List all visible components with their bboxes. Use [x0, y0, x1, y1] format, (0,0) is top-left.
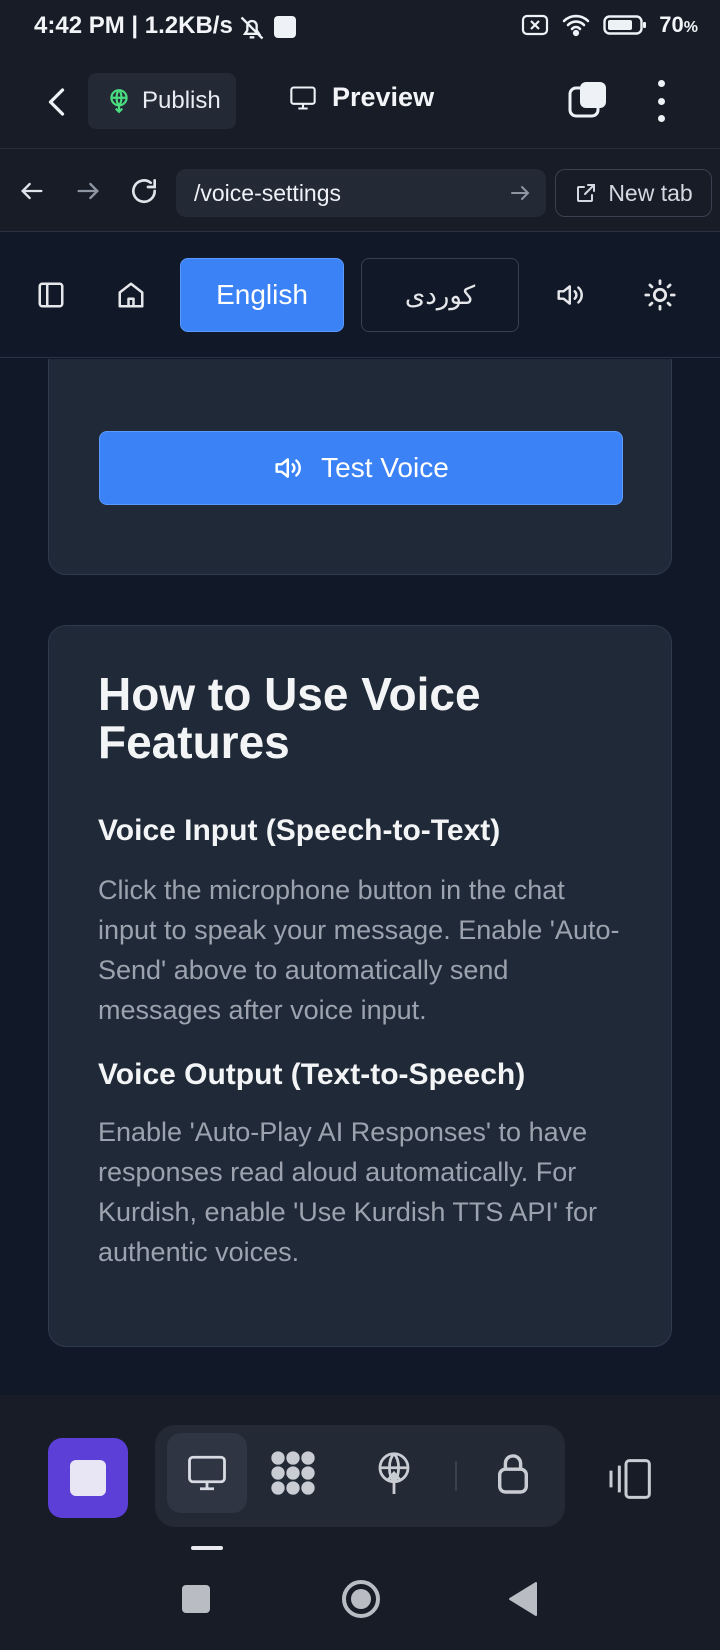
help-title: How to Use Voice Features — [98, 668, 481, 768]
preview-label: Preview — [332, 82, 435, 112]
tool-group — [155, 1425, 565, 1527]
voice-output-heading: Voice Output (Text-to-Speech) — [98, 1058, 526, 1091]
test-voice-speaker-icon — [275, 458, 302, 478]
sidebar-toggle-icon[interactable] — [36, 280, 66, 310]
url-bar: /voice-settings New tab — [0, 148, 720, 232]
preview-button[interactable]: Preview — [288, 82, 434, 113]
reload-icon[interactable] — [128, 175, 160, 207]
browser-forward-icon[interactable] — [74, 177, 102, 205]
test-voice-label: Test Voice — [321, 452, 449, 483]
stop-button[interactable] — [48, 1438, 128, 1518]
notification-square-icon — [274, 16, 296, 38]
external-link-icon — [577, 184, 596, 202]
home-circle-icon[interactable] — [341, 1579, 381, 1619]
new-tab-label: New tab — [608, 179, 693, 206]
apps-button[interactable] — [253, 1433, 333, 1513]
voice-output-text: Enable 'Auto-Play AI Responses' to have … — [98, 1117, 598, 1267]
publish-label: Publish — [142, 87, 221, 114]
voice-settings-card: Test Voice — [48, 359, 672, 575]
browser-back-icon[interactable] — [18, 177, 46, 205]
lock-icon — [497, 1454, 529, 1494]
tabs-icon[interactable] — [568, 80, 608, 120]
bottom-toolbar — [0, 1395, 720, 1550]
status-time: 4:42 PM | 1.2KB/s — [34, 12, 233, 39]
url-text: /voice-settings — [194, 179, 342, 206]
app-bar: Publish Preview — [0, 56, 720, 148]
lock-button[interactable] — [473, 1433, 553, 1513]
apps-grid-icon — [271, 1451, 315, 1495]
stop-icon — [70, 1460, 106, 1496]
mute-bell-icon — [240, 16, 264, 40]
settings-content: Test Voice How to Use Voice Features Voi… — [0, 359, 720, 1395]
desktop-icon — [188, 1455, 226, 1491]
wifi-icon — [562, 14, 590, 37]
battery-icon — [603, 15, 647, 35]
back-triangle-icon[interactable] — [508, 1581, 538, 1617]
theme-sun-icon[interactable] — [643, 278, 677, 312]
publish-tool-button[interactable] — [354, 1433, 434, 1513]
sim-error-icon — [522, 14, 549, 36]
speaker-icon[interactable] — [555, 280, 587, 310]
back-chevron-icon[interactable] — [40, 84, 76, 120]
url-field[interactable]: /voice-settings — [176, 169, 546, 217]
app-header: English کوردی — [0, 232, 720, 358]
home-icon[interactable] — [116, 280, 146, 310]
test-voice-button[interactable]: Test Voice — [99, 431, 623, 505]
language-english-button[interactable]: English — [180, 258, 344, 332]
desktop-view-button[interactable] — [167, 1433, 247, 1513]
globe-upload-icon — [378, 1452, 410, 1494]
voice-input-heading: Voice Input (Speech-to-Text) — [98, 814, 501, 847]
url-go-icon[interactable] — [508, 181, 532, 205]
help-card: How to Use Voice Features Voice Input (S… — [48, 625, 672, 1347]
language-kurdish-label: کوردی — [404, 279, 476, 310]
publish-globe-icon — [110, 89, 128, 114]
language-english-label: English — [216, 279, 308, 310]
language-kurdish-button[interactable]: کوردی — [361, 258, 519, 332]
recents-icon[interactable] — [182, 1585, 210, 1613]
new-tab-button[interactable]: New tab — [555, 169, 712, 217]
device-rotate-icon[interactable] — [606, 1457, 656, 1501]
status-right: 70% — [521, 12, 698, 38]
more-options-icon[interactable] — [654, 80, 668, 122]
voice-input-text: Click the microphone button in the chat … — [98, 875, 620, 1025]
monitor-icon — [290, 85, 316, 110]
tool-divider — [455, 1461, 457, 1491]
system-nav-bar — [0, 1550, 720, 1650]
publish-button[interactable]: Publish — [88, 73, 236, 129]
status-bar: 4:42 PM | 1.2KB/s 70% — [0, 0, 720, 56]
battery-level: 70% — [659, 12, 698, 37]
